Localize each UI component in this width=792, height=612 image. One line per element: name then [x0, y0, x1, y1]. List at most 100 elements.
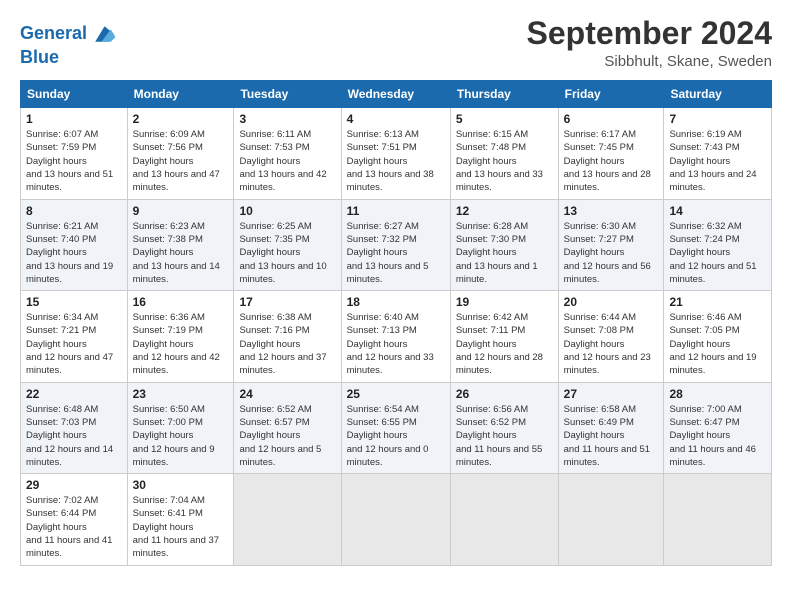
weekday-header-wednesday: Wednesday: [341, 81, 450, 108]
day-number: 30: [133, 478, 229, 492]
day-info: Sunrise: 6:46 AMSunset: 7:05 PMDaylight …: [669, 311, 766, 377]
day-number: 25: [347, 387, 445, 401]
location: Sibbhult, Skane, Sweden: [527, 53, 772, 70]
day-number: 10: [239, 204, 335, 218]
weekday-header-saturday: Saturday: [664, 81, 772, 108]
day-info: Sunrise: 6:52 AMSunset: 6:57 PMDaylight …: [239, 403, 335, 469]
calendar-cell: 22 Sunrise: 6:48 AMSunset: 7:03 PMDaylig…: [21, 382, 128, 473]
calendar-cell: 14 Sunrise: 6:32 AMSunset: 7:24 PMDaylig…: [664, 199, 772, 290]
day-info: Sunrise: 6:13 AMSunset: 7:51 PMDaylight …: [347, 128, 445, 194]
calendar-cell: 20 Sunrise: 6:44 AMSunset: 7:08 PMDaylig…: [558, 291, 664, 382]
day-number: 5: [456, 112, 553, 126]
calendar-week-3: 15 Sunrise: 6:34 AMSunset: 7:21 PMDaylig…: [21, 291, 772, 382]
calendar-cell: 16 Sunrise: 6:36 AMSunset: 7:19 PMDaylig…: [127, 291, 234, 382]
day-info: Sunrise: 6:07 AMSunset: 7:59 PMDaylight …: [26, 128, 122, 194]
day-info: Sunrise: 6:25 AMSunset: 7:35 PMDaylight …: [239, 220, 335, 286]
day-number: 19: [456, 295, 553, 309]
calendar-cell: 2 Sunrise: 6:09 AMSunset: 7:56 PMDayligh…: [127, 108, 234, 199]
logo-icon: [89, 20, 117, 48]
calendar-table: SundayMondayTuesdayWednesdayThursdayFrid…: [20, 80, 772, 565]
day-info: Sunrise: 6:32 AMSunset: 7:24 PMDaylight …: [669, 220, 766, 286]
calendar-cell: 27 Sunrise: 6:58 AMSunset: 6:49 PMDaylig…: [558, 382, 664, 473]
calendar-cell: [664, 474, 772, 565]
day-number: 18: [347, 295, 445, 309]
calendar-cell: 13 Sunrise: 6:30 AMSunset: 7:27 PMDaylig…: [558, 199, 664, 290]
calendar-cell: 4 Sunrise: 6:13 AMSunset: 7:51 PMDayligh…: [341, 108, 450, 199]
calendar-cell: 30 Sunrise: 7:04 AMSunset: 6:41 PMDaylig…: [127, 474, 234, 565]
calendar-cell: 11 Sunrise: 6:27 AMSunset: 7:32 PMDaylig…: [341, 199, 450, 290]
calendar-cell: 1 Sunrise: 6:07 AMSunset: 7:59 PMDayligh…: [21, 108, 128, 199]
header: General Blue September 2024 Sibbhult, Sk…: [20, 16, 772, 70]
day-info: Sunrise: 6:40 AMSunset: 7:13 PMDaylight …: [347, 311, 445, 377]
day-info: Sunrise: 6:17 AMSunset: 7:45 PMDaylight …: [564, 128, 659, 194]
day-info: Sunrise: 7:00 AMSunset: 6:47 PMDaylight …: [669, 403, 766, 469]
day-number: 24: [239, 387, 335, 401]
day-number: 9: [133, 204, 229, 218]
weekday-header-row: SundayMondayTuesdayWednesdayThursdayFrid…: [21, 81, 772, 108]
day-number: 7: [669, 112, 766, 126]
day-number: 14: [669, 204, 766, 218]
day-info: Sunrise: 7:04 AMSunset: 6:41 PMDaylight …: [133, 494, 229, 560]
logo-text: General: [20, 24, 87, 44]
day-number: 21: [669, 295, 766, 309]
day-number: 12: [456, 204, 553, 218]
weekday-header-monday: Monday: [127, 81, 234, 108]
weekday-header-thursday: Thursday: [450, 81, 558, 108]
weekday-header-tuesday: Tuesday: [234, 81, 341, 108]
page: General Blue September 2024 Sibbhult, Sk…: [0, 0, 792, 612]
calendar-cell: 9 Sunrise: 6:23 AMSunset: 7:38 PMDayligh…: [127, 199, 234, 290]
calendar-cell: 17 Sunrise: 6:38 AMSunset: 7:16 PMDaylig…: [234, 291, 341, 382]
calendar-cell: [341, 474, 450, 565]
day-number: 27: [564, 387, 659, 401]
calendar-cell: 15 Sunrise: 6:34 AMSunset: 7:21 PMDaylig…: [21, 291, 128, 382]
day-number: 8: [26, 204, 122, 218]
title-area: September 2024 Sibbhult, Skane, Sweden: [527, 16, 772, 70]
calendar-cell: [558, 474, 664, 565]
day-info: Sunrise: 6:42 AMSunset: 7:11 PMDaylight …: [456, 311, 553, 377]
day-info: Sunrise: 6:48 AMSunset: 7:03 PMDaylight …: [26, 403, 122, 469]
calendar-cell: [234, 474, 341, 565]
day-info: Sunrise: 6:09 AMSunset: 7:56 PMDaylight …: [133, 128, 229, 194]
weekday-header-friday: Friday: [558, 81, 664, 108]
day-number: 4: [347, 112, 445, 126]
day-number: 29: [26, 478, 122, 492]
day-info: Sunrise: 6:21 AMSunset: 7:40 PMDaylight …: [26, 220, 122, 286]
calendar-cell: 18 Sunrise: 6:40 AMSunset: 7:13 PMDaylig…: [341, 291, 450, 382]
calendar-cell: 5 Sunrise: 6:15 AMSunset: 7:48 PMDayligh…: [450, 108, 558, 199]
calendar-cell: 8 Sunrise: 6:21 AMSunset: 7:40 PMDayligh…: [21, 199, 128, 290]
calendar-week-2: 8 Sunrise: 6:21 AMSunset: 7:40 PMDayligh…: [21, 199, 772, 290]
day-info: Sunrise: 6:36 AMSunset: 7:19 PMDaylight …: [133, 311, 229, 377]
logo: General Blue: [20, 20, 117, 68]
day-info: Sunrise: 6:34 AMSunset: 7:21 PMDaylight …: [26, 311, 122, 377]
calendar-cell: 10 Sunrise: 6:25 AMSunset: 7:35 PMDaylig…: [234, 199, 341, 290]
logo-blue-text: Blue: [20, 48, 117, 68]
day-number: 2: [133, 112, 229, 126]
day-number: 16: [133, 295, 229, 309]
calendar-cell: 23 Sunrise: 6:50 AMSunset: 7:00 PMDaylig…: [127, 382, 234, 473]
day-number: 11: [347, 204, 445, 218]
day-info: Sunrise: 6:23 AMSunset: 7:38 PMDaylight …: [133, 220, 229, 286]
calendar-week-4: 22 Sunrise: 6:48 AMSunset: 7:03 PMDaylig…: [21, 382, 772, 473]
day-number: 28: [669, 387, 766, 401]
calendar-cell: [450, 474, 558, 565]
day-number: 6: [564, 112, 659, 126]
day-number: 23: [133, 387, 229, 401]
day-info: Sunrise: 7:02 AMSunset: 6:44 PMDaylight …: [26, 494, 122, 560]
day-info: Sunrise: 6:44 AMSunset: 7:08 PMDaylight …: [564, 311, 659, 377]
day-number: 3: [239, 112, 335, 126]
day-number: 20: [564, 295, 659, 309]
day-number: 26: [456, 387, 553, 401]
calendar-cell: 12 Sunrise: 6:28 AMSunset: 7:30 PMDaylig…: [450, 199, 558, 290]
calendar-cell: 24 Sunrise: 6:52 AMSunset: 6:57 PMDaylig…: [234, 382, 341, 473]
day-info: Sunrise: 6:54 AMSunset: 6:55 PMDaylight …: [347, 403, 445, 469]
day-number: 15: [26, 295, 122, 309]
calendar-cell: 25 Sunrise: 6:54 AMSunset: 6:55 PMDaylig…: [341, 382, 450, 473]
day-info: Sunrise: 6:58 AMSunset: 6:49 PMDaylight …: [564, 403, 659, 469]
day-number: 1: [26, 112, 122, 126]
day-info: Sunrise: 6:50 AMSunset: 7:00 PMDaylight …: [133, 403, 229, 469]
day-info: Sunrise: 6:28 AMSunset: 7:30 PMDaylight …: [456, 220, 553, 286]
day-info: Sunrise: 6:15 AMSunset: 7:48 PMDaylight …: [456, 128, 553, 194]
day-number: 22: [26, 387, 122, 401]
day-info: Sunrise: 6:19 AMSunset: 7:43 PMDaylight …: [669, 128, 766, 194]
calendar-cell: 28 Sunrise: 7:00 AMSunset: 6:47 PMDaylig…: [664, 382, 772, 473]
